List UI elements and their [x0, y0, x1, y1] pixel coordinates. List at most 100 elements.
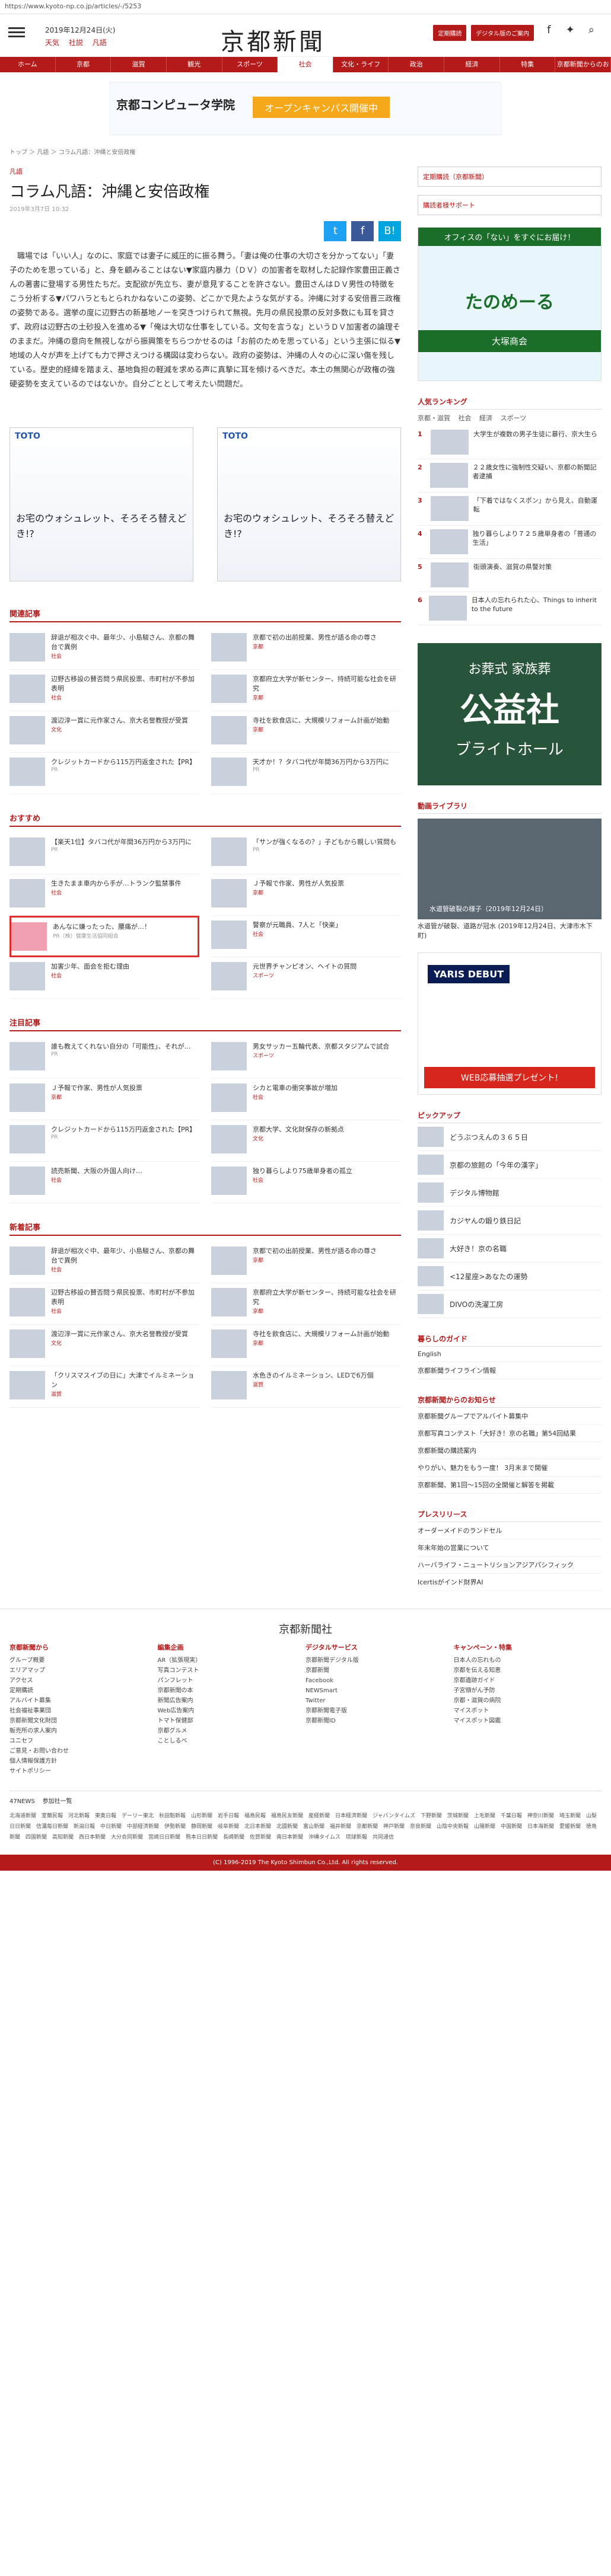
list-item-highlighted[interactable]: あんなに嫌ったった、腰痛が…！ PR（株）健康生活協同組合: [9, 916, 199, 957]
footer-newspapers-list[interactable]: 北海道新聞 室蘭民報 河北新報 東奥日報 デーリー東北 秋田魁新報 山形新聞 岩…: [9, 1811, 602, 1843]
footer-link[interactable]: 京都を伝える知恵: [454, 1666, 596, 1676]
list-item[interactable]: 寺社を飲食店に、大規模リフォーム計画が始動 京都: [211, 711, 401, 753]
nav-sports[interactable]: スポーツ: [222, 57, 278, 72]
tab-kyoto-shiga[interactable]: 京都・滋賀: [418, 414, 450, 422]
footer-link[interactable]: 京都グルメ: [158, 1726, 300, 1736]
nav-home[interactable]: ホーム: [0, 57, 56, 72]
footer-link[interactable]: 定期購読: [9, 1686, 152, 1696]
list-item[interactable]: 水色きのイルミネーション、LEDで6万個 滋賀: [211, 1366, 401, 1408]
footer-link[interactable]: 京都新聞の本: [158, 1686, 300, 1696]
toto-ad-right[interactable]: TOTO お宅のウォシュレット、そろそろ替えどき!?: [217, 427, 401, 581]
footer-link[interactable]: NEWSmart: [306, 1686, 448, 1696]
footer-47news-label[interactable]: 47NEWS: [9, 1798, 35, 1805]
list-item[interactable]: 「クリスマスイブの日に」大津でイルミネーション 滋賀: [9, 1366, 199, 1408]
list-item[interactable]: 渡辺淳一賞に元作家さん、京大名誉教授が受賞 文化: [9, 711, 199, 753]
ranking-item[interactable]: 4 独り暮らしより７２５歳単身者の「普通の生活」: [418, 526, 602, 559]
footer-link[interactable]: ユニセフ: [9, 1736, 152, 1746]
footer-link[interactable]: エリアマップ: [9, 1666, 152, 1676]
tanomail-ad[interactable]: オフィスの「ない」をすぐにお届け！ たのめーる 大塚商会: [418, 227, 602, 381]
footer-link[interactable]: トマト保健部: [158, 1716, 300, 1726]
footer-link[interactable]: ご意見・お問い合わせ: [9, 1746, 152, 1756]
notice-item[interactable]: 京都新聞、第1回〜15回の全開催と解答を掲載: [418, 1476, 602, 1494]
list-item[interactable]: 誰も教えてくれない自分の「可能性」、それが… PR: [9, 1037, 199, 1079]
footer-link[interactable]: ことしるべ: [158, 1736, 300, 1746]
press-item[interactable]: 年末年始の営業について: [418, 1539, 602, 1557]
list-item[interactable]: 寺社を飲食店に、大規模リフォーム計画が始動 京都: [211, 1325, 401, 1366]
footer-link[interactable]: マイスポット図鑑: [454, 1716, 596, 1726]
video-description[interactable]: 水道管が破裂、道路が冠水 (2019年12月24日、大津市木下町): [418, 922, 602, 941]
tab-society[interactable]: 社会: [459, 414, 472, 422]
footer-link[interactable]: 京都新聞ID: [306, 1716, 448, 1726]
nav-politics[interactable]: 政治: [389, 57, 445, 72]
twitter-share-icon[interactable]: t: [324, 221, 347, 241]
sidebar-subscribe-link[interactable]: 定期購読（京都新聞）: [418, 167, 602, 187]
subscribe-button[interactable]: 定期購読: [433, 25, 467, 41]
footer-link[interactable]: 日本人の忘れもの: [454, 1655, 596, 1666]
yaris-ad[interactable]: YARIS DEBUT WEB応募抽選プレゼント!: [418, 953, 602, 1095]
press-item[interactable]: ハーバライフ・ニュートリションアジアパシフィック: [418, 1557, 602, 1574]
guide-link-lifeline[interactable]: 京都新聞ライフライン情報: [418, 1362, 602, 1379]
site-logo[interactable]: 京都新聞: [221, 23, 325, 57]
search-icon[interactable]: ⌕: [584, 24, 599, 36]
list-item[interactable]: 天才か！？タバコ代が年間36万円から3万円に PR: [211, 753, 401, 794]
nav-kyoto[interactable]: 京都: [56, 57, 112, 72]
list-item[interactable]: 独り暮らしより75歳単身者の孤立 社会: [211, 1162, 401, 1203]
pickup-item[interactable]: どうぶつえんの３６５日: [418, 1123, 602, 1151]
footer-link[interactable]: 新聞広告案内: [158, 1696, 300, 1706]
footer-link[interactable]: Twitter: [306, 1696, 448, 1706]
list-item[interactable]: Ｊ予報で作家、男性が人気投票 京都: [211, 874, 401, 916]
tab-sports[interactable]: スポーツ: [501, 414, 527, 422]
list-item[interactable]: 生きたまま車内から手が…トランク監禁事件 社会: [9, 874, 199, 916]
list-item[interactable]: 京都府立大学が新センター、持続可能な社会を研究 京都: [211, 1283, 401, 1325]
nav-special[interactable]: 特集: [500, 57, 556, 72]
menu-icon[interactable]: [8, 25, 25, 40]
notice-item[interactable]: 京都新聞グループでアルバイト募集中: [418, 1408, 602, 1425]
guide-link-english[interactable]: English: [418, 1347, 602, 1362]
pickup-item[interactable]: デジタル博物館: [418, 1179, 602, 1207]
ranking-item[interactable]: 2 ２２歳女性に強制性交疑い、京都の新聞記者逮捕: [418, 459, 602, 493]
list-item[interactable]: シカと電車の衝突事故が増加 社会: [211, 1079, 401, 1120]
nav-notices[interactable]: 京都新聞からのお知らせ: [555, 57, 611, 84]
digital-button[interactable]: デジタル版のご案内: [471, 25, 534, 41]
header-link-bongo[interactable]: 凡語: [93, 39, 107, 47]
ranking-item[interactable]: 5 街頭演奏、滋賀の県警対策: [418, 559, 602, 592]
footer-link[interactable]: 個人情報保護方針: [9, 1756, 152, 1766]
list-item[interactable]: 辺野古移設の賛否問う県民投票、市町村が不参加表明 社会: [9, 670, 199, 711]
list-item[interactable]: クレジットカードから115万円返金された【PR】 PR: [9, 1120, 199, 1162]
list-item[interactable]: 京都で初の出前授業、男性が語る命の尊さ 京都: [211, 1242, 401, 1283]
nav-tourism[interactable]: 観光: [167, 57, 222, 72]
funeral-ad[interactable]: お葬式 家族葬 公益社 ブライトホール: [418, 643, 602, 785]
footer-logo[interactable]: 京都新聞社: [0, 1609, 611, 1637]
nav-society[interactable]: 社会: [278, 57, 333, 72]
footer-link[interactable]: アクセス: [9, 1676, 152, 1686]
footer-link[interactable]: グループ概要: [9, 1655, 152, 1666]
nav-economy[interactable]: 経済: [444, 57, 500, 72]
footer-participants-link[interactable]: 参加社一覧: [42, 1798, 72, 1805]
notice-item[interactable]: 京都新聞の購読案内: [418, 1442, 602, 1459]
footer-link[interactable]: AR（拡張現実）: [158, 1655, 300, 1666]
list-item[interactable]: 読売新聞、大阪の外国人向け… 社会: [9, 1162, 199, 1203]
footer-link[interactable]: 京都新聞文化財団: [9, 1716, 152, 1726]
list-item[interactable]: 元世界チャンピオン、ヘイトの質問 スポーツ: [211, 957, 401, 999]
list-item[interactable]: 【楽天1位】タバコ代が年間36万円から3万円に PR: [9, 833, 199, 874]
breadcrumb[interactable]: トップ ＞ 凡語 ＞ コラム凡語：沖縄と安倍政権: [0, 145, 611, 158]
tab-economy[interactable]: 経済: [479, 414, 492, 422]
pickup-item[interactable]: <12星座>あなたの運勢: [418, 1263, 602, 1290]
pickup-item[interactable]: 大好き！京の名職: [418, 1235, 602, 1263]
list-item[interactable]: 男女サッカー五輪代表、京都スタジアムで試合 スポーツ: [211, 1037, 401, 1079]
header-link-weather[interactable]: 天気: [45, 39, 59, 47]
list-item[interactable]: 警察が元職員、7人と「快楽」 社会: [211, 916, 401, 957]
list-item[interactable]: 京都大学、文化財保存の新拠点 文化: [211, 1120, 401, 1162]
list-item[interactable]: 辞退が相次ぐ中、最年少、小島駿さん、京都の舞台で異例 社会: [9, 628, 199, 670]
footer-link[interactable]: 京都・滋賀の病院: [454, 1696, 596, 1706]
footer-link[interactable]: Web広告案内: [158, 1706, 300, 1716]
ad-banner[interactable]: 京都コンピュータ学院 オープンキャンパス開催中: [110, 82, 501, 135]
video-player[interactable]: 水道管破裂の様子（2019年12月24日）: [418, 819, 602, 919]
footer-link[interactable]: 写真コンテスト: [158, 1666, 300, 1676]
list-item[interactable]: 京都府立大学が新センター、持続可能な社会を研究 京都: [211, 670, 401, 711]
list-item[interactable]: 京都で初の出前授業、男性が語る命の尊さ 京都: [211, 628, 401, 670]
article-category[interactable]: 凡語: [9, 167, 401, 176]
twitter-icon[interactable]: ✦: [562, 24, 578, 36]
list-item[interactable]: クレジットカードから115万円返金された【PR】 PR: [9, 753, 199, 794]
pickup-item[interactable]: カジヤんの鍛り鉄日記: [418, 1207, 602, 1235]
